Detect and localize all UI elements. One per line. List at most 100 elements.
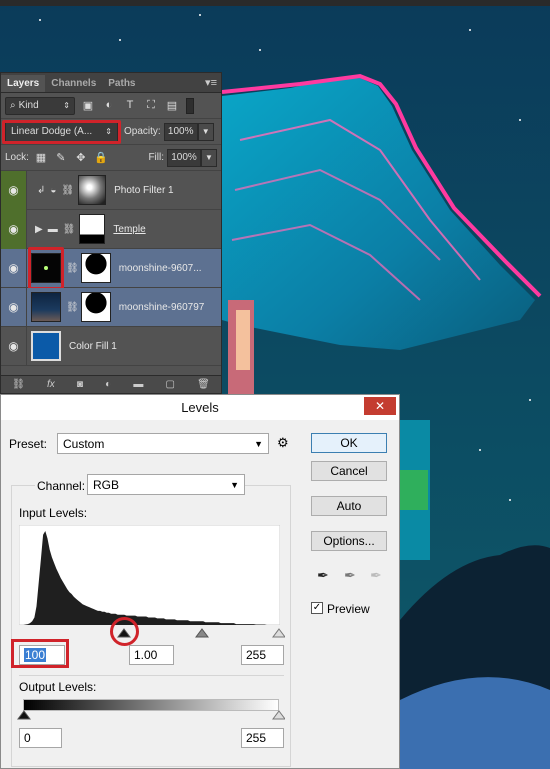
dialog-titlebar: Levels ✕ [1, 395, 399, 420]
filter-toggle[interactable] [186, 97, 194, 114]
layer-row-moonshine-1[interactable]: ◉ ⛓ moonshine-9607... [1, 247, 221, 290]
lock-transparent-icon[interactable]: ▦ [33, 151, 49, 164]
layer-row-photo-filter[interactable]: ◉ ↲ ◒ ⛓ Photo Filter 1 [1, 170, 221, 210]
layer-name: moonshine-9607... [118, 262, 202, 274]
add-mask-icon[interactable]: ◙ [77, 379, 83, 390]
layer-name: moonshine-960797 [118, 301, 205, 313]
trash-icon[interactable]: 🗑 [197, 379, 210, 390]
panel-menu-icon[interactable]: ▾≡ [205, 76, 217, 92]
white-eyedropper-icon[interactable]: ✒ [370, 567, 382, 584]
opacity-label: Opacity: [124, 126, 161, 137]
link-icon: ⛓ [61, 184, 75, 196]
kind-filter-select[interactable]: ⌕ Kind ⇕ [5, 96, 75, 115]
tab-paths[interactable]: Paths [102, 75, 141, 92]
layers-footer: ⛓ fx ◙ ◐ ▬ ▢ 🗑 [1, 375, 221, 393]
smart-object-filter-icon[interactable]: ▤ [164, 99, 180, 113]
output-black-field[interactable]: 0 [19, 728, 62, 748]
type-filter-icon[interactable]: T [122, 99, 138, 113]
layer-mask-thumbnail [80, 253, 111, 283]
channel-select[interactable]: RGB ▼ [87, 474, 245, 495]
gamma-slider[interactable] [195, 628, 209, 638]
output-black-slider[interactable] [17, 710, 31, 720]
preset-options-gear-icon[interactable]: ⚙ [277, 435, 289, 451]
filter-row: ⌕ Kind ⇕ ▣ ◐ T ⛶ ▤ [1, 93, 221, 119]
black-slider-highlight [110, 617, 139, 646]
visibility-eye-icon[interactable]: ◉ [1, 209, 27, 249]
link-icon: ⛓ [66, 301, 79, 313]
channel-label: Channel: [35, 479, 88, 493]
visibility-eye-icon[interactable]: ◉ [1, 170, 27, 210]
preset-value: Custom [63, 436, 105, 451]
lock-position-icon[interactable]: ✥ [73, 151, 89, 164]
layer-name: Color Fill 1 [69, 340, 117, 352]
visibility-eye-icon[interactable]: ◉ [1, 326, 27, 366]
opacity-input[interactable]: 100% [163, 122, 198, 141]
ok-button[interactable]: OK [311, 433, 387, 453]
panel-tabs: Layers Channels Paths ▾≡ [1, 73, 221, 93]
gray-eyedropper-icon[interactable]: ✒ [344, 567, 356, 584]
blend-row: Linear Dodge (A... ⇕ Opacity: 100% ▼ [1, 119, 221, 145]
channel-value: RGB [93, 477, 120, 492]
output-white-field[interactable]: 255 [241, 728, 284, 748]
layers-panel: Layers Channels Paths ▾≡ ⌕ Kind ⇕ ▣ ◐ T … [0, 72, 222, 394]
layer-row-color-fill[interactable]: ◉ Color Fill 1 [1, 326, 221, 366]
close-button[interactable]: ✕ [364, 397, 396, 415]
link-icon: ⛓ [66, 262, 79, 274]
new-adjustment-icon[interactable]: ◐ [105, 379, 111, 390]
color-fill-thumbnail [31, 331, 61, 361]
layer-mask-thumbnail [78, 175, 107, 205]
visibility-eye-icon[interactable]: ◉ [1, 287, 27, 327]
preset-label: Preset: [9, 437, 48, 451]
link-layers-icon[interactable]: ⛓ [12, 379, 25, 390]
layer-name: Temple [113, 223, 146, 235]
black-eyedropper-icon[interactable]: ✒ [317, 567, 329, 584]
histogram [19, 525, 280, 625]
opacity-dropdown-button[interactable]: ▼ [197, 122, 214, 141]
tab-layers[interactable]: Layers [1, 75, 46, 92]
white-point-slider[interactable] [272, 628, 285, 638]
input-white-field[interactable]: 255 [241, 645, 284, 665]
input-gamma-field[interactable]: 1.00 [129, 645, 174, 665]
group-divider [19, 675, 284, 676]
layer-thumbnail [31, 292, 61, 322]
visibility-eye-icon[interactable]: ◉ [1, 248, 27, 288]
options-button[interactable]: Options... [311, 531, 387, 551]
preview-checkbox[interactable]: ✓ [311, 602, 323, 614]
image-filter-icon[interactable]: ▣ [80, 99, 96, 113]
fill-input[interactable]: 100% [167, 148, 201, 167]
folder-icon: ▬ [47, 223, 58, 235]
layer-row-temple[interactable]: ◉ ▶ ▬ ⛓ Temple [1, 209, 221, 249]
layer-row-moonshine-2[interactable]: ◉ ⛓ moonshine-960797 [1, 287, 221, 327]
group-mask-thumbnail [79, 214, 106, 244]
layer-name: Photo Filter 1 [114, 184, 174, 196]
lock-all-icon[interactable]: 🔒 [93, 151, 109, 164]
preview-label: Preview [327, 602, 370, 616]
shape-filter-icon[interactable]: ⛶ [143, 99, 159, 113]
adjustment-layer-icon: ◒ [50, 184, 57, 196]
expand-triangle-icon[interactable]: ▶ [35, 224, 43, 235]
cancel-button[interactable]: Cancel [311, 461, 387, 481]
new-layer-icon[interactable]: ▢ [166, 379, 175, 390]
dialog-title: Levels [181, 400, 219, 415]
search-icon: ⌕ [10, 100, 16, 111]
tab-channels[interactable]: Channels [45, 75, 102, 92]
fx-icon[interactable]: fx [47, 379, 55, 390]
output-levels-label: Output Levels: [19, 680, 97, 694]
lock-label: Lock: [5, 152, 29, 163]
adjustment-filter-icon[interactable]: ◐ [101, 99, 117, 113]
output-white-slider[interactable] [272, 710, 285, 720]
kind-label: Kind [18, 100, 39, 111]
chevron-updown-icon: ⇕ [63, 101, 70, 110]
output-slider-track [17, 710, 285, 720]
chevron-down-icon: ▼ [230, 479, 239, 490]
preset-select[interactable]: Custom ▼ [57, 433, 269, 454]
thumbnail-highlight [28, 247, 64, 290]
fill-label: Fill: [148, 152, 164, 163]
chevron-down-icon: ▼ [254, 438, 263, 449]
input-levels-label: Input Levels: [19, 506, 88, 520]
fill-dropdown-button[interactable]: ▼ [201, 148, 217, 167]
new-group-icon[interactable]: ▬ [133, 379, 143, 390]
layer-mask-thumbnail [80, 292, 111, 322]
auto-button[interactable]: Auto [311, 496, 387, 516]
lock-pixels-icon[interactable]: ✎ [53, 151, 69, 164]
